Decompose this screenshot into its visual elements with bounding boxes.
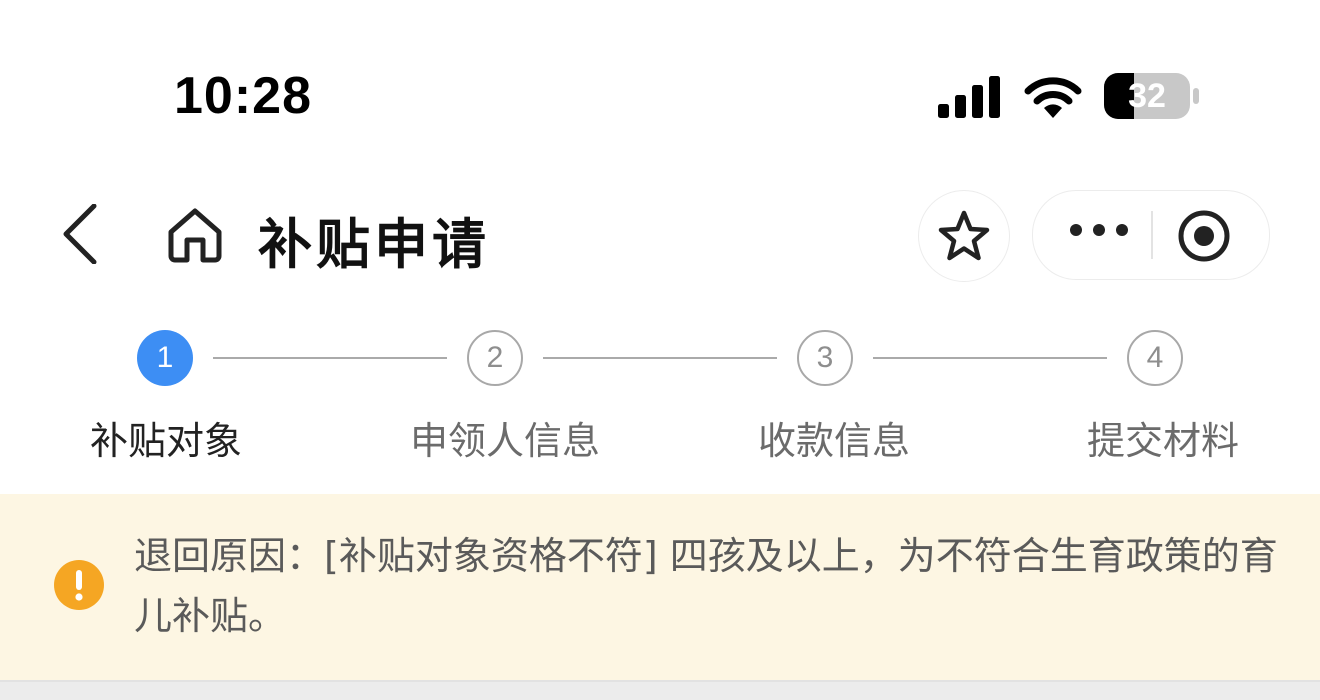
step-2-label[interactable]: 申领人信息 (410, 410, 600, 465)
close-icon[interactable] (1177, 209, 1231, 263)
edge-line (0, 680, 1320, 682)
rejection-notice: 退回原因：[补贴对象资格不符] 四孩及以上，为不符合生育政策的育儿补贴。 (0, 494, 1320, 680)
step-3-circle[interactable]: 3 (797, 330, 853, 386)
favorite-button[interactable] (918, 190, 1010, 282)
notice-text: 退回原因：[补贴对象资格不符] 四孩及以上，为不符合生育政策的育儿补贴。 (134, 534, 1278, 638)
star-icon (938, 210, 990, 261)
capsule-menu (1032, 190, 1270, 280)
app-screen: 10:28 32 补贴申请 1 2 3 4 补贴对象 申领人信息 收款信息 提交… (0, 0, 1320, 700)
step-connector (873, 357, 1107, 359)
warning-icon (54, 560, 104, 610)
back-icon[interactable] (60, 204, 100, 264)
capsule-divider (1151, 211, 1153, 259)
status-time: 10:28 (174, 67, 312, 125)
step-3-label[interactable]: 收款信息 (758, 410, 910, 465)
step-1-label[interactable]: 补贴对象 (90, 410, 242, 465)
step-connector (213, 357, 447, 359)
content-edge (0, 680, 1320, 700)
battery-level: 32 (1128, 76, 1166, 115)
wifi-icon (1024, 77, 1082, 118)
step-4-circle[interactable]: 4 (1127, 330, 1183, 386)
step-2-circle[interactable]: 2 (467, 330, 523, 386)
signal-icon (938, 76, 1000, 118)
page-title: 补贴申请 (258, 213, 490, 276)
step-connector (543, 357, 777, 359)
more-icon[interactable] (1069, 223, 1129, 237)
step-4-label[interactable]: 提交材料 (1087, 410, 1239, 465)
battery-icon: 32 (1104, 73, 1200, 119)
step-1-circle[interactable]: 1 (137, 330, 193, 386)
home-icon[interactable] (166, 206, 224, 264)
